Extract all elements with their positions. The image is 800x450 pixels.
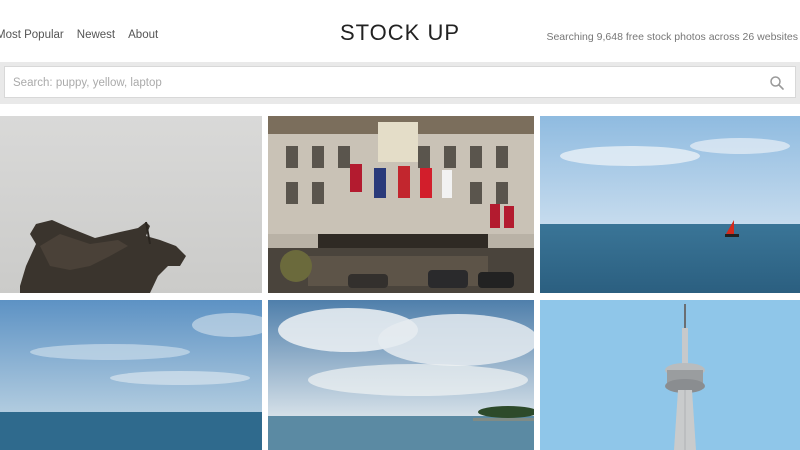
photo-sky-lake[interactable] <box>0 300 262 450</box>
photo-grid <box>0 116 800 450</box>
search-input[interactable] <box>11 67 755 99</box>
photo-statue[interactable] <box>0 116 262 293</box>
search-box <box>4 66 796 99</box>
photo-hotel[interactable] <box>268 116 534 293</box>
site-header: Most Popular Newest About STOCK UP Searc… <box>0 0 800 62</box>
photo-cn-tower[interactable] <box>540 300 800 450</box>
search-bar <box>0 62 800 104</box>
photo-clouds-shore[interactable] <box>268 300 534 450</box>
photo-sailboat[interactable] <box>540 116 800 293</box>
search-icon[interactable] <box>769 75 785 91</box>
site-tagline: Searching 9,648 free stock photos across… <box>546 31 798 43</box>
